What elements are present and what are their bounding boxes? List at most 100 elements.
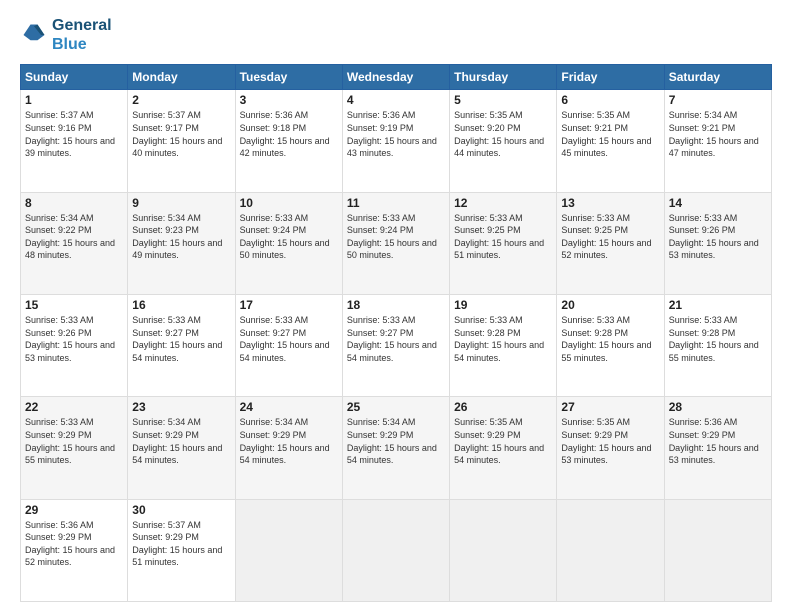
day-info: Sunrise: 5:33 AMSunset: 9:27 PMDaylight:… (240, 314, 338, 364)
calendar-cell (342, 499, 449, 601)
day-number: 30 (132, 503, 230, 517)
calendar-cell: 20 Sunrise: 5:33 AMSunset: 9:28 PMDayligh… (557, 295, 664, 397)
weekday-header-sunday: Sunday (21, 65, 128, 90)
day-info: Sunrise: 5:33 AMSunset: 9:24 PMDaylight:… (347, 212, 445, 262)
calendar-cell: 30Sunrise: 5:37 AMSunset: 9:29 PMDayligh… (128, 499, 235, 601)
day-info: Sunrise: 5:34 AMSunset: 9:23 PMDaylight:… (132, 212, 230, 262)
calendar-cell: 17 Sunrise: 5:33 AMSunset: 9:27 PMDayligh… (235, 295, 342, 397)
day-number: 7 (669, 93, 767, 107)
day-info: Sunrise: 5:35 AMSunset: 9:20 PMDaylight:… (454, 109, 552, 159)
calendar-cell: 26 Sunrise: 5:35 AMSunset: 9:29 PMDayligh… (450, 397, 557, 499)
calendar-cell: 23 Sunrise: 5:34 AMSunset: 9:29 PMDayligh… (128, 397, 235, 499)
day-info: Sunrise: 5:34 AMSunset: 9:22 PMDaylight:… (25, 212, 123, 262)
day-number: 1 (25, 93, 123, 107)
day-info: Sunrise: 5:33 AMSunset: 9:25 PMDaylight:… (454, 212, 552, 262)
day-number: 5 (454, 93, 552, 107)
calendar-cell: 11Sunrise: 5:33 AMSunset: 9:24 PMDayligh… (342, 192, 449, 294)
calendar-table: SundayMondayTuesdayWednesdayThursdayFrid… (20, 64, 772, 602)
day-number: 23 (132, 400, 230, 414)
calendar-cell: 27Sunrise: 5:35 AMSunset: 9:29 PMDayligh… (557, 397, 664, 499)
calendar-cell: 9 Sunrise: 5:34 AMSunset: 9:23 PMDaylight… (128, 192, 235, 294)
day-number: 3 (240, 93, 338, 107)
day-info: Sunrise: 5:33 AMSunset: 9:28 PMDaylight:… (454, 314, 552, 364)
calendar-cell: 10Sunrise: 5:33 AMSunset: 9:24 PMDayligh… (235, 192, 342, 294)
day-info: Sunrise: 5:35 AMSunset: 9:29 PMDaylight:… (561, 416, 659, 466)
day-number: 20 (561, 298, 659, 312)
weekday-header-row: SundayMondayTuesdayWednesdayThursdayFrid… (21, 65, 772, 90)
day-info: Sunrise: 5:33 AMSunset: 9:26 PMDaylight:… (25, 314, 123, 364)
day-info: Sunrise: 5:35 AMSunset: 9:29 PMDaylight:… (454, 416, 552, 466)
week-row-4: 22Sunrise: 5:33 AMSunset: 9:29 PMDayligh… (21, 397, 772, 499)
weekday-header-friday: Friday (557, 65, 664, 90)
calendar-cell: 4 Sunrise: 5:36 AMSunset: 9:19 PMDaylight… (342, 90, 449, 192)
day-number: 16 (132, 298, 230, 312)
day-number: 18 (347, 298, 445, 312)
calendar-cell: 3 Sunrise: 5:36 AMSunset: 9:18 PMDaylight… (235, 90, 342, 192)
day-number: 17 (240, 298, 338, 312)
day-info: Sunrise: 5:33 AMSunset: 9:25 PMDaylight:… (561, 212, 659, 262)
page: General Blue SundayMondayTuesdayWednesda… (0, 0, 792, 612)
day-number: 24 (240, 400, 338, 414)
calendar-cell: 14Sunrise: 5:33 AMSunset: 9:26 PMDayligh… (664, 192, 771, 294)
week-row-1: 1Sunrise: 5:37 AMSunset: 9:16 PMDaylight… (21, 90, 772, 192)
weekday-header-tuesday: Tuesday (235, 65, 342, 90)
day-info: Sunrise: 5:33 AMSunset: 9:27 PMDaylight:… (347, 314, 445, 364)
day-info: Sunrise: 5:34 AMSunset: 9:29 PMDaylight:… (347, 416, 445, 466)
calendar-cell: 25 Sunrise: 5:34 AMSunset: 9:29 PMDayligh… (342, 397, 449, 499)
logo-text: General Blue (52, 16, 112, 54)
day-number: 28 (669, 400, 767, 414)
calendar-cell: 29 Sunrise: 5:36 AMSunset: 9:29 PMDayligh… (21, 499, 128, 601)
day-info: Sunrise: 5:35 AMSunset: 9:21 PMDaylight:… (561, 109, 659, 159)
day-number: 25 (347, 400, 445, 414)
weekday-header-thursday: Thursday (450, 65, 557, 90)
day-info: Sunrise: 5:34 AMSunset: 9:21 PMDaylight:… (669, 109, 767, 159)
calendar-cell: 19 Sunrise: 5:33 AMSunset: 9:28 PMDayligh… (450, 295, 557, 397)
header: General Blue (20, 16, 772, 54)
calendar-cell: 6Sunrise: 5:35 AMSunset: 9:21 PMDaylight… (557, 90, 664, 192)
day-number: 29 (25, 503, 123, 517)
week-row-2: 8 Sunrise: 5:34 AMSunset: 9:22 PMDaylight… (21, 192, 772, 294)
day-number: 9 (132, 196, 230, 210)
day-number: 12 (454, 196, 552, 210)
calendar-cell: 5 Sunrise: 5:35 AMSunset: 9:20 PMDaylight… (450, 90, 557, 192)
calendar-cell: 21Sunrise: 5:33 AMSunset: 9:28 PMDayligh… (664, 295, 771, 397)
weekday-header-saturday: Saturday (664, 65, 771, 90)
day-info: Sunrise: 5:36 AMSunset: 9:29 PMDaylight:… (25, 519, 123, 569)
week-row-5: 29 Sunrise: 5:36 AMSunset: 9:29 PMDayligh… (21, 499, 772, 601)
calendar-cell (235, 499, 342, 601)
day-info: Sunrise: 5:33 AMSunset: 9:27 PMDaylight:… (132, 314, 230, 364)
day-info: Sunrise: 5:36 AMSunset: 9:29 PMDaylight:… (669, 416, 767, 466)
weekday-header-monday: Monday (128, 65, 235, 90)
calendar-cell: 22Sunrise: 5:33 AMSunset: 9:29 PMDayligh… (21, 397, 128, 499)
logo-icon (20, 21, 48, 49)
day-number: 21 (669, 298, 767, 312)
day-info: Sunrise: 5:36 AMSunset: 9:18 PMDaylight:… (240, 109, 338, 159)
calendar-cell: 8 Sunrise: 5:34 AMSunset: 9:22 PMDaylight… (21, 192, 128, 294)
day-info: Sunrise: 5:33 AMSunset: 9:29 PMDaylight:… (25, 416, 123, 466)
day-number: 10 (240, 196, 338, 210)
day-number: 13 (561, 196, 659, 210)
calendar-cell: 1Sunrise: 5:37 AMSunset: 9:16 PMDaylight… (21, 90, 128, 192)
day-info: Sunrise: 5:34 AMSunset: 9:29 PMDaylight:… (240, 416, 338, 466)
calendar-cell: 2Sunrise: 5:37 AMSunset: 9:17 PMDaylight… (128, 90, 235, 192)
day-number: 19 (454, 298, 552, 312)
day-number: 2 (132, 93, 230, 107)
day-info: Sunrise: 5:33 AMSunset: 9:26 PMDaylight:… (669, 212, 767, 262)
day-number: 26 (454, 400, 552, 414)
calendar-cell: 16 Sunrise: 5:33 AMSunset: 9:27 PMDayligh… (128, 295, 235, 397)
calendar-cell: 18 Sunrise: 5:33 AMSunset: 9:27 PMDayligh… (342, 295, 449, 397)
weekday-header-wednesday: Wednesday (342, 65, 449, 90)
day-info: Sunrise: 5:36 AMSunset: 9:19 PMDaylight:… (347, 109, 445, 159)
day-info: Sunrise: 5:34 AMSunset: 9:29 PMDaylight:… (132, 416, 230, 466)
week-row-3: 15 Sunrise: 5:33 AMSunset: 9:26 PMDayligh… (21, 295, 772, 397)
calendar-cell (557, 499, 664, 601)
calendar-cell (450, 499, 557, 601)
calendar-cell: 28 Sunrise: 5:36 AMSunset: 9:29 PMDayligh… (664, 397, 771, 499)
calendar-cell: 15 Sunrise: 5:33 AMSunset: 9:26 PMDayligh… (21, 295, 128, 397)
day-number: 4 (347, 93, 445, 107)
logo: General Blue (20, 16, 112, 54)
day-info: Sunrise: 5:33 AMSunset: 9:28 PMDaylight:… (561, 314, 659, 364)
day-number: 15 (25, 298, 123, 312)
calendar-cell: 7 Sunrise: 5:34 AMSunset: 9:21 PMDaylight… (664, 90, 771, 192)
day-number: 8 (25, 196, 123, 210)
